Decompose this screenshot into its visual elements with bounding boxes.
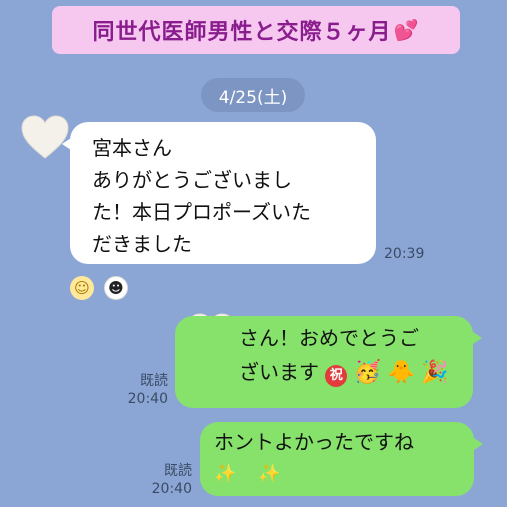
party-emoji-icon: 🥳 <box>353 360 382 385</box>
outgoing-timestamp: 20:40 <box>151 481 192 497</box>
confetti-emoji-icon: 🎉 <box>421 360 449 385</box>
read-receipt: 既読 20:40 <box>118 372 168 408</box>
sparkles-icon: ✨ ✨ <box>214 463 289 484</box>
smile-emoji-icon[interactable]: ☺ <box>70 276 94 300</box>
read-receipt: 既読 20:40 <box>142 462 192 498</box>
incoming-timestamp: 20:39 <box>384 246 425 262</box>
date-divider: 4/25(土) <box>201 78 305 112</box>
outgoing-message-bubble[interactable]: さん！おめでとうご ざいます 祝 🥳 🐥 🎉 <box>175 316 482 408</box>
outgoing-timestamp: 20:40 <box>127 391 168 407</box>
reaction-row: ☺ ☻ <box>70 276 128 300</box>
message-line: だきました <box>92 232 192 256</box>
message-line: さん！おめでとうご <box>239 326 419 350</box>
message-line: た！本日プロポーズいた <box>92 200 311 224</box>
read-label: 既読 <box>164 463 192 479</box>
chick-emoji-icon: 🐥 <box>387 360 415 385</box>
iwai-badge-icon: 祝 <box>325 365 348 387</box>
banner-title: 同世代医師男性と交際５ヶ月 <box>92 20 392 45</box>
incoming-message-bubble[interactable]: 宮本さん ありがとうございまし た！本日プロポーズいた だきました <box>62 122 376 264</box>
message-text: ざいます <box>239 360 319 384</box>
message-line: ありがとうございまし <box>92 168 292 192</box>
message-line: ホントよかったですね <box>214 430 414 454</box>
title-banner: 同世代医師男性と交際５ヶ月 💕 <box>52 6 460 54</box>
read-label: 既読 <box>140 373 168 389</box>
hand-over-mouth-emoji-icon[interactable]: ☻ <box>104 276 128 300</box>
message-line: 宮本さん <box>92 136 172 160</box>
outgoing-message-bubble[interactable]: ホントよかったですね ✨ ✨ <box>200 422 483 496</box>
heart-icon: 💕 <box>393 18 420 42</box>
message-line-with-stickers: ざいます 祝 🥳 🐥 🎉 <box>239 356 459 388</box>
